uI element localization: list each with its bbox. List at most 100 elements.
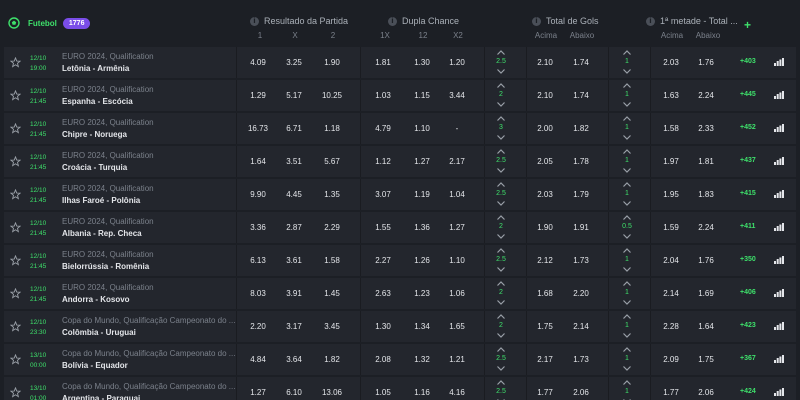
- chevron-up-icon[interactable]: [497, 314, 505, 319]
- more-markets-link[interactable]: +437: [740, 157, 756, 164]
- match-row[interactable]: 12/10 21:45 EURO 2024, Qualification Chipre…: [4, 113, 796, 144]
- more-markets-link[interactable]: +406: [740, 289, 756, 296]
- odd-2[interactable]: 1.82: [312, 355, 352, 364]
- chevron-down-icon[interactable]: [623, 69, 631, 74]
- odd-half-under[interactable]: 2.24: [686, 223, 726, 232]
- chevron-down-icon[interactable]: [623, 102, 631, 107]
- chevron-down-icon[interactable]: [497, 69, 505, 74]
- odd-x2[interactable]: 2.17: [437, 157, 477, 166]
- more-markets-link[interactable]: +423: [740, 322, 756, 329]
- odd-total-over[interactable]: 2.03: [525, 190, 565, 199]
- odd-half-under[interactable]: 1.76: [686, 58, 726, 67]
- match-row[interactable]: 13/10 01:00 Copa do Mundo, Qualificação Ca…: [4, 377, 796, 400]
- odd-1[interactable]: 2.20: [238, 322, 278, 331]
- odd-12[interactable]: 1.19: [402, 190, 442, 199]
- odd-total-over[interactable]: 2.05: [525, 157, 565, 166]
- info-icon[interactable]: i: [532, 16, 541, 26]
- odd-1[interactable]: 16.73: [238, 124, 278, 133]
- chevron-down-icon[interactable]: [497, 333, 505, 338]
- favorite-star-icon[interactable]: [10, 321, 21, 332]
- odd-12[interactable]: 1.26: [402, 256, 442, 265]
- odd-total-under[interactable]: 1.74: [561, 58, 601, 67]
- half-line-selector[interactable]: 1: [612, 83, 642, 108]
- odd-half-over[interactable]: 1.63: [651, 91, 691, 100]
- odd-half-over[interactable]: 1.97: [651, 157, 691, 166]
- statistics-icon[interactable]: [774, 322, 784, 330]
- chevron-up-icon[interactable]: [497, 182, 505, 187]
- chevron-up-icon[interactable]: [497, 248, 505, 253]
- favorite-star-icon[interactable]: [10, 288, 21, 299]
- match-row[interactable]: 12/10 21:45 EURO 2024, Qualification Albani…: [4, 212, 796, 243]
- chevron-up-icon[interactable]: [623, 281, 631, 286]
- more-markets-link[interactable]: +415: [740, 190, 756, 197]
- favorite-star-icon[interactable]: [10, 189, 21, 200]
- odd-x2[interactable]: 1.65: [437, 322, 477, 331]
- match-teams[interactable]: Espanha - Escócia: [62, 97, 133, 106]
- odd-half-under[interactable]: 1.69: [686, 289, 726, 298]
- total-line-selector[interactable]: 2: [486, 314, 516, 339]
- half-line-selector[interactable]: 1: [612, 248, 642, 273]
- statistics-icon[interactable]: [774, 91, 784, 99]
- match-row[interactable]: 12/10 23:30 Copa do Mundo, Qualificação Ca…: [4, 311, 796, 342]
- odd-half-over[interactable]: 2.04: [651, 256, 691, 265]
- info-icon[interactable]: i: [646, 16, 655, 26]
- odd-1[interactable]: 4.09: [238, 58, 278, 67]
- chevron-down-icon[interactable]: [623, 333, 631, 338]
- favorite-star-icon[interactable]: [10, 123, 21, 134]
- chevron-down-icon[interactable]: [497, 135, 505, 140]
- favorite-star-icon[interactable]: [10, 57, 21, 68]
- half-line-selector[interactable]: 1: [612, 347, 642, 372]
- odd-half-over[interactable]: 2.28: [651, 322, 691, 331]
- chevron-up-icon[interactable]: [623, 347, 631, 352]
- odd-x[interactable]: 6.71: [274, 124, 314, 133]
- odd-x2[interactable]: 1.21: [437, 355, 477, 364]
- odd-1[interactable]: 1.27: [238, 388, 278, 397]
- odd-half-under[interactable]: 2.33: [686, 124, 726, 133]
- odd-half-over[interactable]: 2.14: [651, 289, 691, 298]
- favorite-star-icon[interactable]: [10, 354, 21, 365]
- odd-total-under[interactable]: 2.06: [561, 388, 601, 397]
- odd-half-over[interactable]: 2.09: [651, 355, 691, 364]
- odd-x[interactable]: 4.45: [274, 190, 314, 199]
- odd-total-under[interactable]: 1.74: [561, 91, 601, 100]
- match-teams[interactable]: Argentina - Paraguai: [62, 394, 140, 400]
- odd-x2[interactable]: 1.27: [437, 223, 477, 232]
- odd-total-over[interactable]: 1.90: [525, 223, 565, 232]
- odd-12[interactable]: 1.32: [402, 355, 442, 364]
- chevron-up-icon[interactable]: [623, 248, 631, 253]
- total-line-selector[interactable]: 3: [486, 116, 516, 141]
- favorite-star-icon[interactable]: [10, 90, 21, 101]
- more-markets-link[interactable]: +367: [740, 355, 756, 362]
- chevron-up-icon[interactable]: [497, 380, 505, 385]
- odd-x2[interactable]: -: [437, 124, 477, 133]
- match-row[interactable]: 12/10 21:45 EURO 2024, Qualification Bielor…: [4, 245, 796, 276]
- odd-1x[interactable]: 1.30: [363, 322, 403, 331]
- half-line-selector[interactable]: 1: [612, 314, 642, 339]
- odd-half-under[interactable]: 1.75: [686, 355, 726, 364]
- more-markets-link[interactable]: +403: [740, 58, 756, 65]
- odd-total-under[interactable]: 2.20: [561, 289, 601, 298]
- chevron-down-icon[interactable]: [497, 234, 505, 239]
- chevron-up-icon[interactable]: [623, 380, 631, 385]
- half-line-selector[interactable]: 1: [612, 116, 642, 141]
- odd-1x[interactable]: 2.63: [363, 289, 403, 298]
- odd-2[interactable]: 1.45: [312, 289, 352, 298]
- chevron-up-icon[interactable]: [497, 347, 505, 352]
- chevron-down-icon[interactable]: [623, 366, 631, 371]
- statistics-icon[interactable]: [774, 157, 784, 165]
- match-teams[interactable]: Letônia - Armênia: [62, 64, 129, 73]
- odd-1x[interactable]: 2.27: [363, 256, 403, 265]
- match-row[interactable]: 12/10 21:45 EURO 2024, Qualification Ilhas …: [4, 179, 796, 210]
- odd-total-over[interactable]: 2.10: [525, 58, 565, 67]
- odd-12[interactable]: 1.16: [402, 388, 442, 397]
- chevron-up-icon[interactable]: [623, 83, 631, 88]
- odd-half-over[interactable]: 1.58: [651, 124, 691, 133]
- match-teams[interactable]: Albania - Rep. Checa: [62, 229, 142, 238]
- odd-1[interactable]: 1.29: [238, 91, 278, 100]
- odd-x[interactable]: 3.91: [274, 289, 314, 298]
- chevron-down-icon[interactable]: [497, 267, 505, 272]
- chevron-up-icon[interactable]: [497, 116, 505, 121]
- chevron-down-icon[interactable]: [623, 300, 631, 305]
- chevron-down-icon[interactable]: [497, 102, 505, 107]
- odd-2[interactable]: 3.45: [312, 322, 352, 331]
